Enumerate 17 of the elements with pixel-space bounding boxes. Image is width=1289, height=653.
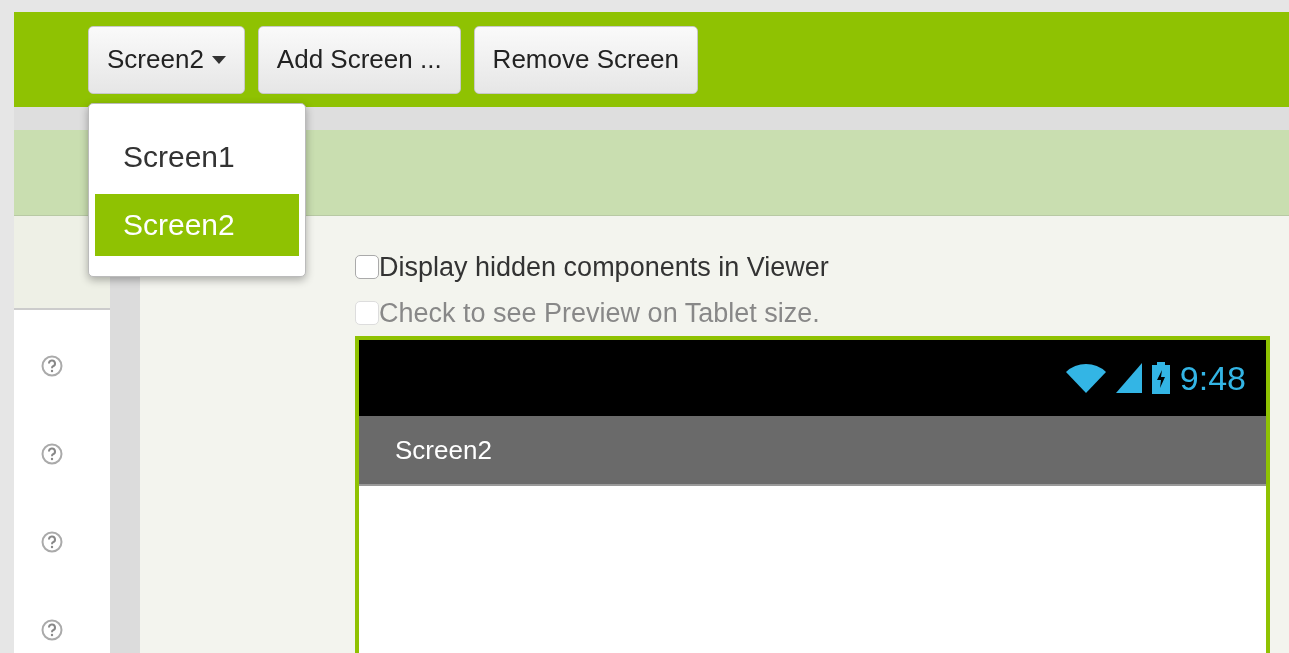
toolbar-button[interactable]: Add Screen ...	[257, 25, 461, 94]
checkbox[interactable]	[355, 255, 379, 279]
checkbox-label: Display hidden components in Viewer	[379, 251, 829, 283]
help-icon[interactable]	[41, 443, 63, 465]
caret-icon	[211, 55, 226, 64]
help-icon[interactable]	[41, 355, 63, 377]
menu-item[interactable]: Screen1	[95, 126, 299, 188]
wifi-icon	[1065, 363, 1106, 393]
toolbar-button[interactable]: Remove Screen	[473, 25, 699, 94]
help-icon[interactable]	[41, 531, 63, 553]
battery-icon	[1151, 362, 1170, 394]
help-icon[interactable]	[41, 619, 63, 641]
clock-time: 9:48	[1179, 358, 1246, 398]
signal-icon	[1115, 363, 1142, 393]
screen-title: Screen2	[395, 434, 492, 466]
checkbox-label: Check to see Preview on Tablet size.	[379, 297, 820, 329]
screen-dropdown[interactable]: Screen2	[88, 25, 245, 94]
